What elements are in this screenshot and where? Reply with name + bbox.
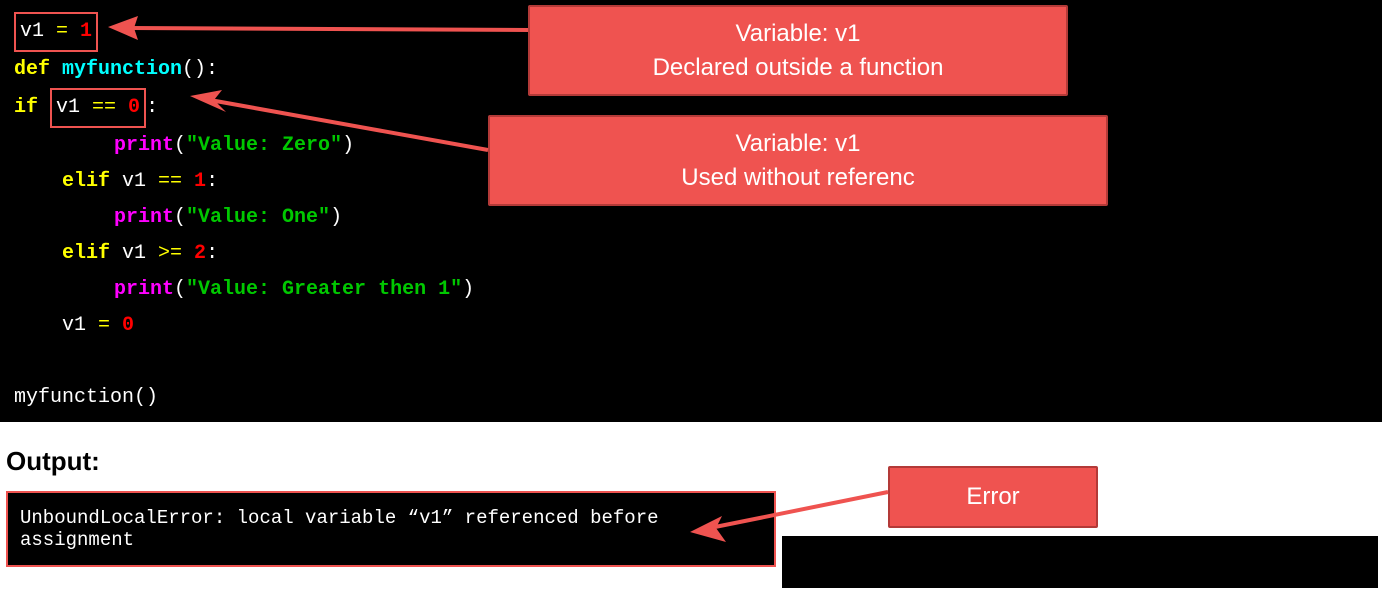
code-token: 1 [194, 170, 206, 193]
code-token: elif [62, 170, 122, 193]
callout-error: Error [888, 466, 1098, 528]
code-token: myfunction [62, 58, 182, 81]
code-token: == [158, 170, 194, 193]
code-token: == [92, 96, 128, 119]
code-token: v1 [122, 170, 158, 193]
callout-declared-outside: Variable: v1 Declared outside a function [528, 5, 1068, 96]
callout-line: Variable: v1 [556, 17, 1040, 51]
code-token: : [146, 96, 158, 119]
code-line-9: v1 = 0 [14, 308, 1368, 344]
code-token: v1 [62, 314, 98, 337]
code-token: >= [158, 242, 194, 265]
code-token: () [134, 386, 158, 409]
code-token: ( [174, 134, 186, 157]
code-token: ( [174, 278, 186, 301]
code-token: v1 [20, 20, 56, 43]
code-token: (): [182, 58, 218, 81]
output-text: UnboundLocalError: local variable “v1” r… [20, 507, 659, 551]
code-token: print [114, 278, 174, 301]
code-token: if [14, 96, 50, 119]
code-token: ) [462, 278, 474, 301]
code-token: : [206, 170, 218, 193]
code-token: myfunction [14, 386, 134, 409]
code-token: elif [62, 242, 122, 265]
code-token: : [206, 242, 218, 265]
code-token: 2 [194, 242, 206, 265]
callout-line: Error [910, 480, 1076, 514]
code-token: "Value: Greater then 1" [186, 278, 462, 301]
code-line-7: elif v1 >= 2: [14, 236, 1368, 272]
code-token: 0 [128, 96, 140, 119]
output-block: UnboundLocalError: local variable “v1” r… [6, 491, 776, 567]
output-heading: Output: [6, 446, 1382, 477]
callout-line: Declared outside a function [556, 51, 1040, 85]
code-token: v1 [122, 242, 158, 265]
callout-line: Variable: v1 [516, 127, 1080, 161]
code-token: ) [342, 134, 354, 157]
code-token: "Value: Zero" [186, 134, 342, 157]
code-line-8: print("Value: Greater then 1") [14, 272, 1368, 308]
code-token: print [114, 134, 174, 157]
code-token: = [56, 20, 68, 43]
code-token: = [98, 314, 122, 337]
code-line-blank [14, 344, 1368, 380]
code-token: def [14, 58, 62, 81]
callout-line: Used without referenc [516, 161, 1080, 195]
code-token: 1 [68, 20, 92, 43]
callout-used-without-reference: Variable: v1 Used without referenc [488, 115, 1108, 206]
output-bg-extension [782, 536, 1378, 588]
code-token: 0 [122, 314, 134, 337]
code-line-11: myfunction() [14, 380, 1368, 416]
code-token: "Value: One" [186, 206, 330, 229]
code-token: ) [330, 206, 342, 229]
code-token: v1 [56, 96, 92, 119]
code-token: print [114, 206, 174, 229]
code-token: ( [174, 206, 186, 229]
